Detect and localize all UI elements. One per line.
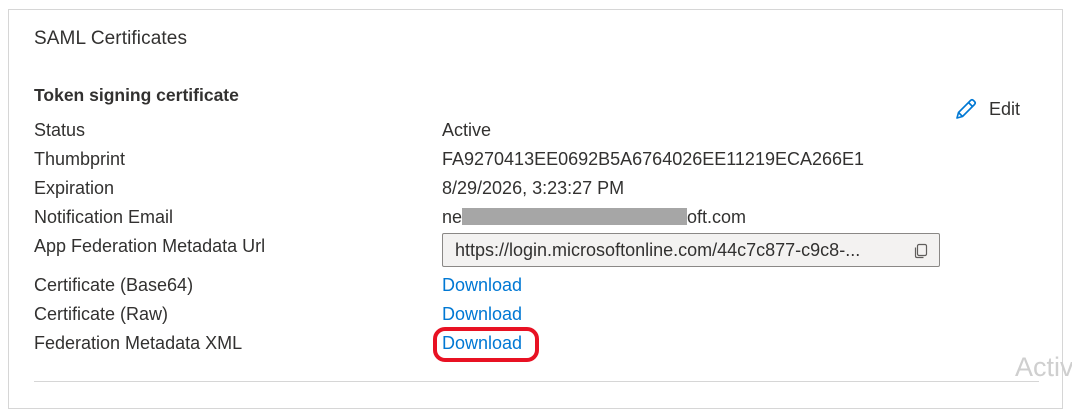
status-label: Status <box>34 120 86 140</box>
status-value: Active <box>442 120 492 140</box>
thumbprint-label: Thumbprint <box>34 149 126 169</box>
email-suffix: oft.com <box>687 207 747 227</box>
app-federation-metadata-url-field[interactable]: https://login.microsoftonline.com/44c7c8… <box>442 233 940 267</box>
section-heading-token-signing: Token signing certificate <box>34 85 239 105</box>
notification-email-label: Notification Email <box>34 207 174 227</box>
notification-email-value: ne oft.com <box>442 207 746 228</box>
app-federation-metadata-url-value: https://login.microsoftonline.com/44c7c8… <box>455 239 861 260</box>
certificate-base64-label: Certificate (Base64) <box>34 275 194 295</box>
download-certificate-raw-link[interactable]: Download <box>442 304 522 325</box>
pencil-icon <box>956 98 977 119</box>
thumbprint-value: FA9270413EE0692B5A6764026EE11219ECA266E1 <box>442 149 865 169</box>
expiration-label: Expiration <box>34 178 115 198</box>
download-federation-metadata-xml-link[interactable]: Download <box>442 333 522 354</box>
section-divider <box>34 381 1039 382</box>
certificate-raw-label: Certificate (Raw) <box>34 304 169 324</box>
edit-label: Edit <box>989 98 1021 119</box>
copy-icon[interactable] <box>913 243 929 259</box>
expiration-value: 8/29/2026, 3:23:27 PM <box>442 178 625 198</box>
app-federation-metadata-url-label: App Federation Metadata Url <box>34 236 266 256</box>
activation-watermark: Activ <box>1015 352 1072 382</box>
federation-metadata-xml-label: Federation Metadata XML <box>34 333 243 353</box>
download-certificate-base64-link[interactable]: Download <box>442 275 522 296</box>
email-prefix: ne <box>442 207 463 227</box>
edit-button[interactable]: Edit <box>953 96 1020 122</box>
saml-certificates-card: SAML Certificates Token signing certific… <box>8 9 1063 409</box>
email-redaction <box>462 208 688 225</box>
card-title: SAML Certificates <box>34 28 188 49</box>
